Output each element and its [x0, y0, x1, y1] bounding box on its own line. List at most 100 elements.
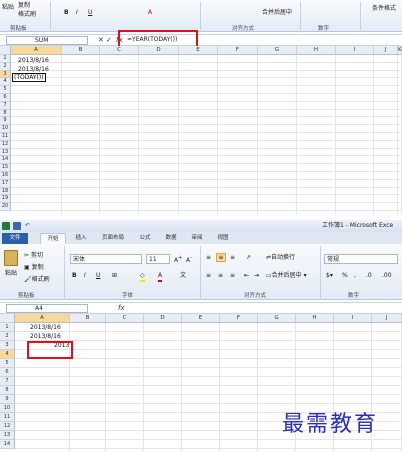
bottom-cell-a2[interactable]: 2013/8/16: [30, 333, 61, 340]
align-right-icon[interactable]: ≡: [230, 272, 235, 280]
column-header-h[interactable]: H: [297, 46, 336, 55]
font-size-select[interactable]: 11: [146, 254, 170, 264]
column-header-e[interactable]: E: [182, 314, 220, 323]
top-cancel-icon[interactable]: ✕: [98, 36, 104, 45]
increase-decimal-icon[interactable]: .0: [366, 272, 372, 280]
bold-button[interactable]: B: [72, 272, 77, 280]
shrink-font-button[interactable]: A-: [186, 254, 192, 265]
tab-view[interactable]: 视图: [212, 233, 234, 244]
row-header-3[interactable]: 3: [0, 70, 11, 79]
column-header-f[interactable]: F: [220, 314, 258, 323]
column-header-b[interactable]: B: [70, 314, 106, 323]
column-header-a[interactable]: A: [15, 314, 70, 323]
grow-font-button[interactable]: A+: [174, 254, 182, 265]
tab-file[interactable]: 文件: [2, 233, 28, 244]
column-header-a[interactable]: A: [11, 46, 62, 55]
number-format-select[interactable]: 常规: [324, 254, 398, 264]
align-center-icon[interactable]: ≡: [218, 272, 223, 280]
row-header-5[interactable]: 5: [0, 86, 11, 94]
row-header-13[interactable]: 13: [0, 431, 15, 440]
column-header-f[interactable]: F: [218, 46, 258, 55]
tab-data[interactable]: 数据: [160, 233, 182, 244]
top-cell-a3[interactable]: (TODAY()): [12, 73, 46, 82]
row-header-8[interactable]: 8: [0, 386, 15, 395]
align-left-icon[interactable]: ≡: [206, 272, 211, 280]
fill-color-icon[interactable]: ◇: [140, 272, 145, 282]
column-header-h[interactable]: H: [296, 314, 334, 323]
top-copy-button[interactable]: 复制: [18, 2, 30, 10]
tab-page-layout[interactable]: 页面布局: [96, 233, 130, 244]
copy-button[interactable]: ▣ 复制: [24, 264, 44, 272]
row-header-16[interactable]: 16: [0, 172, 11, 180]
tab-review[interactable]: 审阅: [186, 233, 208, 244]
row-header-14[interactable]: 14: [0, 440, 15, 449]
column-header-c[interactable]: C: [106, 314, 144, 323]
row-header-15[interactable]: 15: [0, 164, 11, 172]
align-bottom-icon[interactable]: ≡: [230, 254, 235, 262]
underline-button[interactable]: U: [96, 272, 100, 280]
comma-icon[interactable]: ,: [354, 272, 356, 280]
row-header-11[interactable]: 11: [0, 413, 15, 422]
top-underline-button[interactable]: U: [88, 9, 92, 17]
row-header-10[interactable]: 10: [0, 125, 11, 133]
row-header-12[interactable]: 12: [0, 422, 15, 431]
row-header-1[interactable]: 1: [0, 323, 15, 332]
row-header-4[interactable]: 4: [0, 78, 11, 87]
save-icon[interactable]: [13, 222, 21, 230]
row-header-14[interactable]: 14: [0, 156, 11, 165]
row-header-3[interactable]: 3: [0, 341, 15, 350]
orientation-icon[interactable]: ↗: [246, 254, 251, 262]
select-all-corner[interactable]: [0, 46, 11, 55]
column-header-g[interactable]: G: [258, 314, 296, 323]
row-header-7[interactable]: 7: [0, 101, 11, 110]
column-header-e[interactable]: E: [179, 46, 218, 55]
row-header-19[interactable]: 19: [0, 195, 11, 204]
row-header-2[interactable]: 2: [0, 62, 11, 71]
bottom-formula-input[interactable]: [126, 304, 129, 313]
top-paste-button[interactable]: 粘贴: [2, 4, 14, 12]
column-header-c[interactable]: C: [100, 46, 139, 55]
row-header-9[interactable]: 9: [0, 117, 11, 126]
top-name-box[interactable]: SUM: [6, 36, 88, 45]
bottom-fx-icon[interactable]: fx: [118, 304, 125, 313]
tab-insert[interactable]: 插入: [70, 233, 92, 244]
row-header-9[interactable]: 9: [0, 395, 15, 404]
phonetic-icon[interactable]: 文: [180, 272, 186, 280]
italic-button[interactable]: I: [84, 272, 86, 280]
merge-center-button[interactable]: ▭合并后居中 ▾: [266, 272, 307, 280]
align-middle-icon[interactable]: ≡: [216, 253, 226, 262]
row-header-10[interactable]: 10: [0, 404, 15, 413]
column-header-i[interactable]: I: [334, 314, 372, 323]
row-header-13[interactable]: 13: [0, 148, 11, 157]
bottom-name-box[interactable]: A4: [6, 304, 88, 313]
paste-icon[interactable]: [4, 250, 18, 266]
row-header-18[interactable]: 18: [0, 187, 11, 196]
row-header-20[interactable]: 20: [0, 203, 11, 211]
paste-button[interactable]: 粘贴: [5, 270, 17, 278]
percent-icon[interactable]: %: [342, 272, 348, 280]
cut-button[interactable]: ✂ 剪切: [24, 252, 43, 260]
format-painter-button[interactable]: 🖌格式刷: [24, 276, 50, 284]
column-header-j[interactable]: J: [372, 314, 402, 323]
column-header-d[interactable]: D: [144, 314, 182, 323]
row-header-8[interactable]: 8: [0, 109, 11, 118]
column-header-i[interactable]: I: [336, 46, 374, 55]
top-cell-a2[interactable]: 2013/8/16: [18, 66, 49, 73]
increase-indent-icon[interactable]: ⇥: [254, 272, 259, 280]
top-merge-center-button[interactable]: 合并后居中: [262, 9, 292, 17]
column-header-d[interactable]: D: [139, 46, 179, 55]
row-header-4[interactable]: 4: [0, 350, 15, 359]
top-format-painter-button[interactable]: 格式刷: [18, 11, 36, 19]
font-name-select[interactable]: 宋体: [70, 254, 142, 264]
row-header-2[interactable]: 2: [0, 332, 15, 341]
top-enter-icon[interactable]: ✓: [106, 36, 112, 45]
top-cell-a1[interactable]: 2013/8/16: [18, 57, 49, 64]
column-header-g[interactable]: G: [258, 46, 297, 55]
font-color-icon[interactable]: A: [158, 272, 163, 282]
decrease-indent-icon[interactable]: ⇤: [244, 272, 249, 280]
column-header-j[interactable]: J: [374, 46, 398, 55]
borders-icon[interactable]: ⊞: [112, 272, 117, 280]
column-header-b[interactable]: B: [62, 46, 100, 55]
row-header-5[interactable]: 5: [0, 359, 15, 368]
select-all-corner[interactable]: [0, 314, 15, 323]
